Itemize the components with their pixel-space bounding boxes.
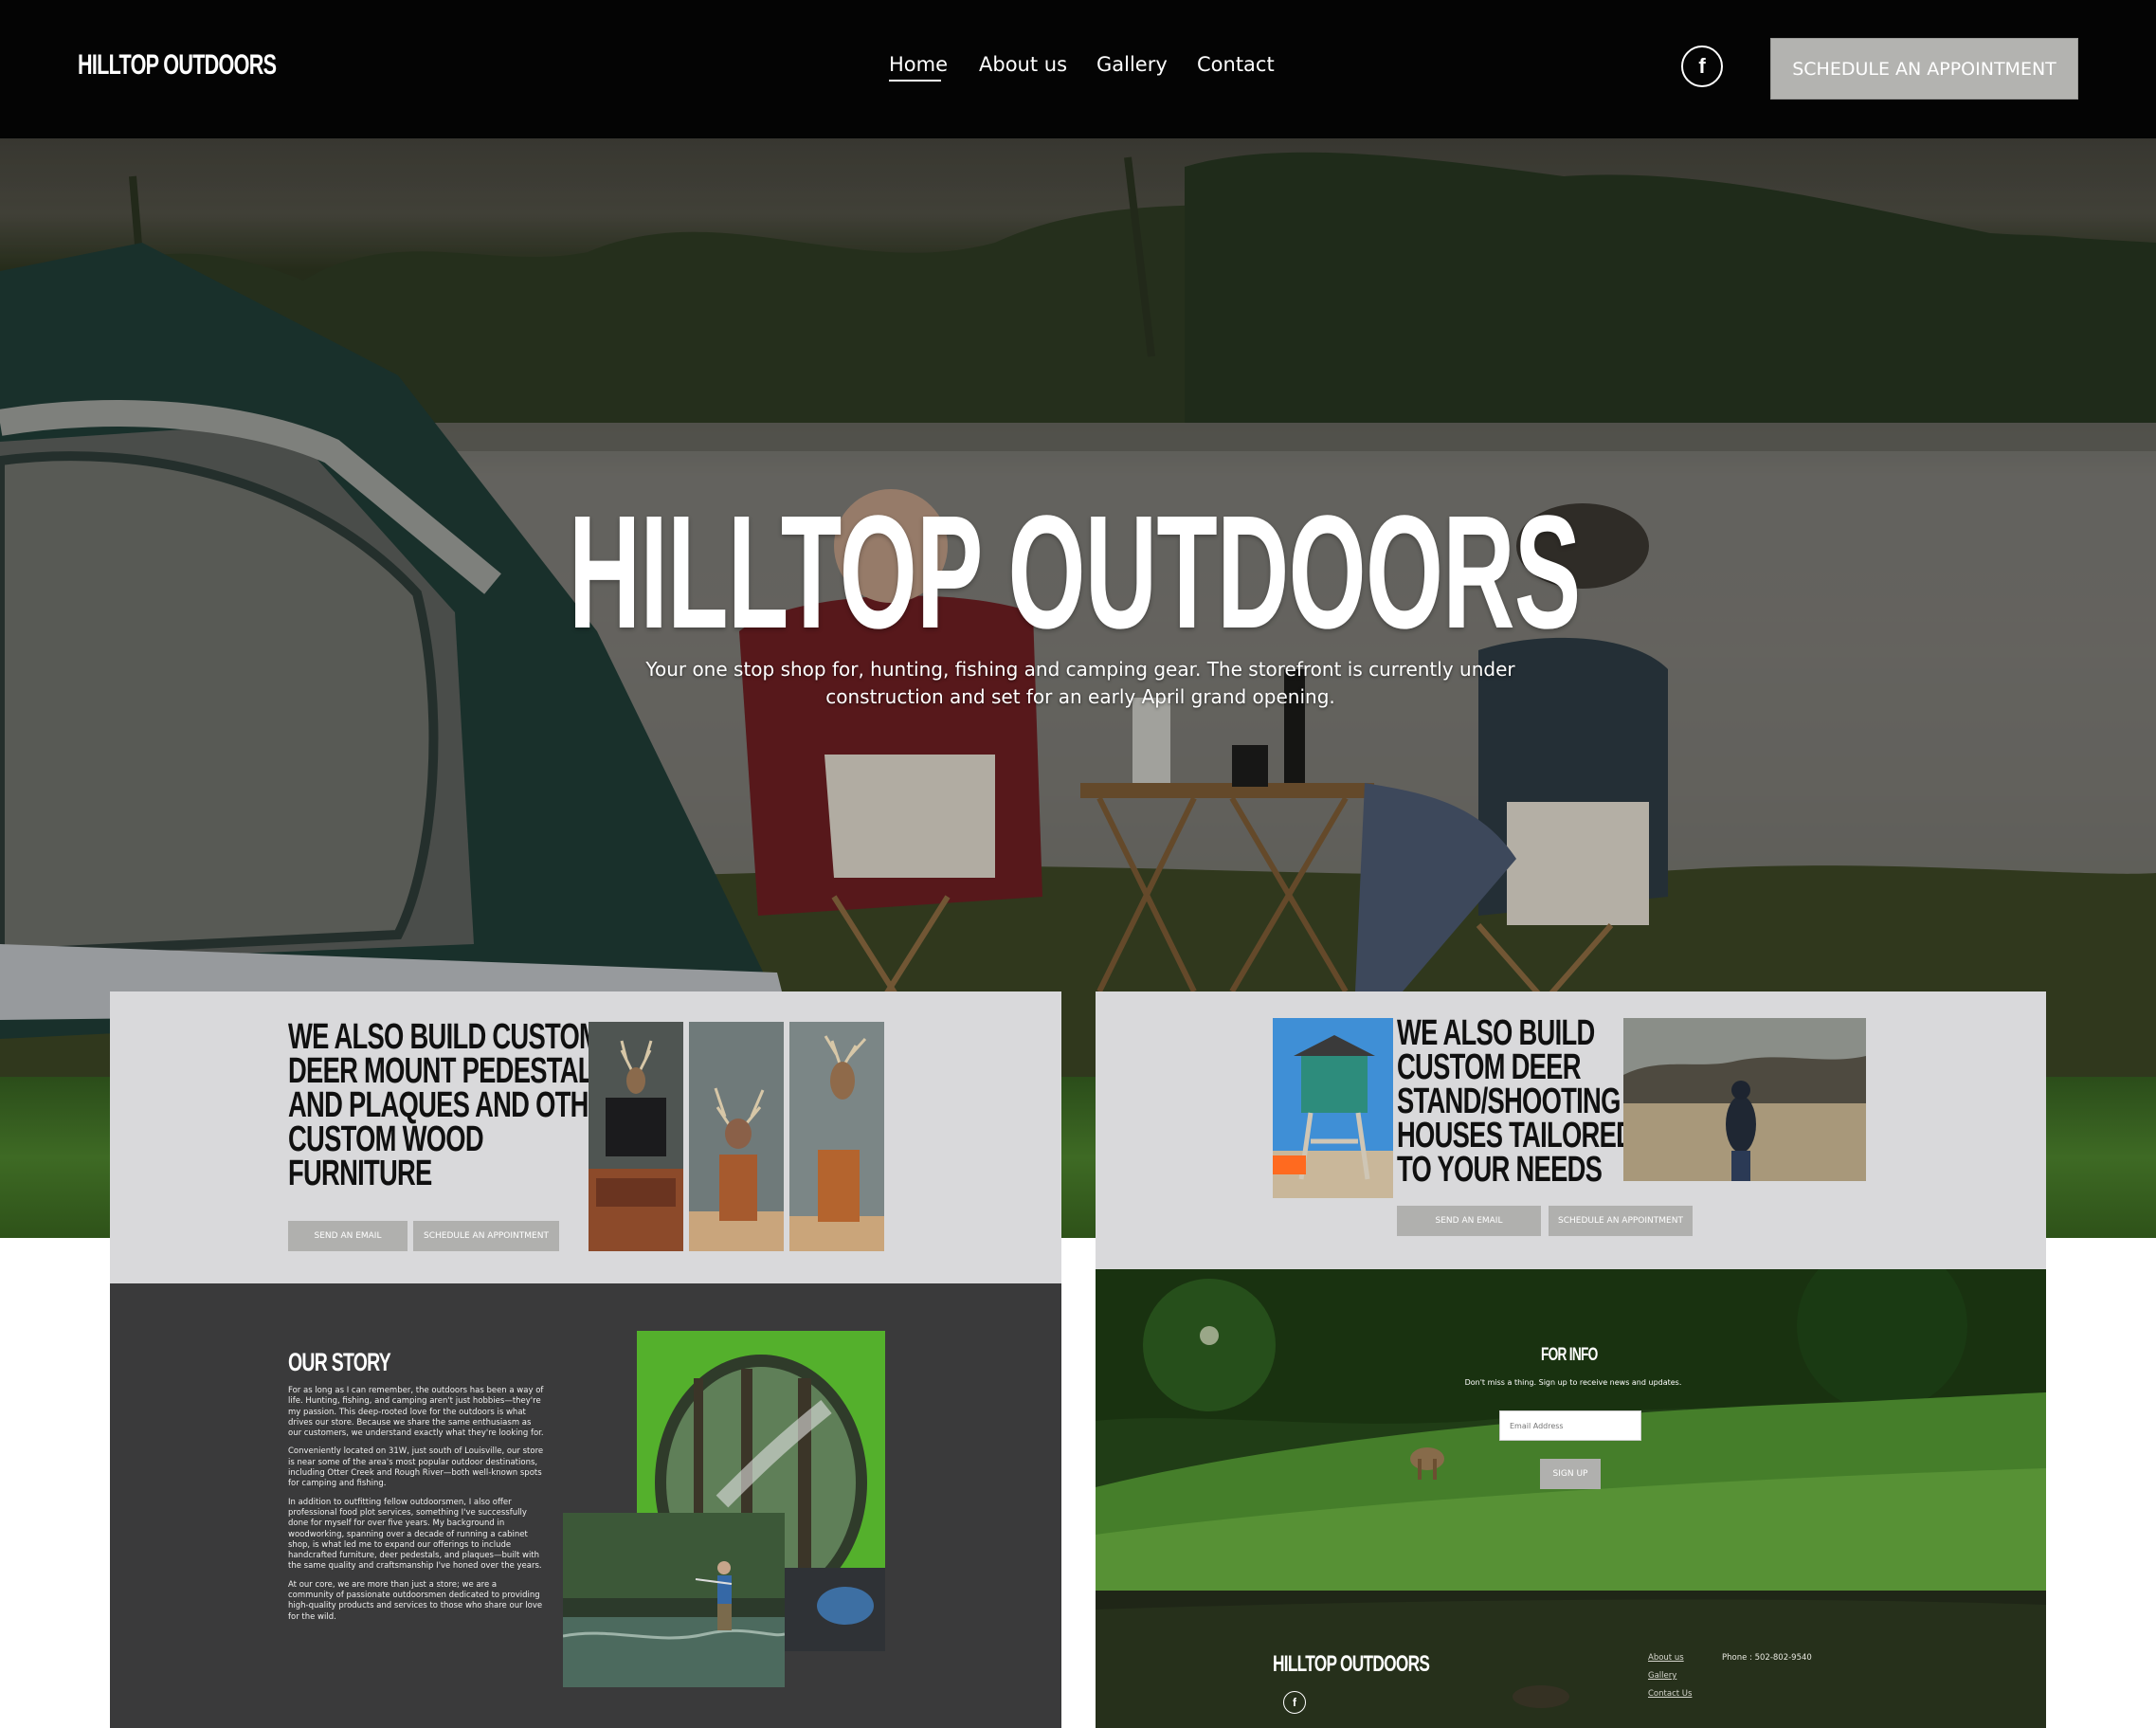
footer-phone: Phone : 502-802-9540 xyxy=(1722,1653,1812,1663)
footer-link-contact[interactable]: Contact Us xyxy=(1648,1689,1692,1699)
deer-stand-section: WE ALSO BUILD CUSTOM DEER STAND/SHOOTING… xyxy=(1096,991,2046,1269)
deer-plaque-photo xyxy=(789,1022,884,1251)
footer-link-about[interactable]: About us xyxy=(1648,1653,1684,1663)
our-story-text: For as long as I can remember, the outdo… xyxy=(288,1386,544,1622)
hero-subtitle: Your one stop shop for, hunting, fishing… xyxy=(645,658,1515,708)
shooting-house-photo xyxy=(1273,1018,1393,1198)
footer: HILLTOP OUTDOORS f About us Gallery Cont… xyxy=(1096,1591,2046,1728)
our-story-title: OUR STORY xyxy=(288,1348,391,1376)
active-nav-underline xyxy=(889,80,941,82)
nav-link-gallery[interactable]: Gallery xyxy=(1096,53,1168,76)
footer-link-gallery[interactable]: Gallery xyxy=(1648,1671,1676,1681)
facebook-icon[interactable]: f xyxy=(1283,1691,1306,1714)
sign-up-button[interactable]: SIGN UP xyxy=(1540,1459,1601,1489)
newsletter-title: FOR INFO xyxy=(1541,1345,1598,1365)
newsletter-section: FOR INFO Don't miss a thing. Sign up to … xyxy=(1096,1269,2046,1591)
send-email-button[interactable]: SEND AN EMAIL xyxy=(1397,1206,1541,1236)
nav-link-home[interactable]: Home xyxy=(889,53,948,76)
facebook-icon[interactable]: f xyxy=(1681,45,1723,87)
hero-title: HILLTOP OUTDOORS xyxy=(569,482,1581,663)
site-logo[interactable]: HILLTOP OUTDOORS xyxy=(78,49,277,82)
send-email-button[interactable]: SEND AN EMAIL xyxy=(288,1221,408,1251)
top-navbar: HILLTOP OUTDOORS Home About us Gallery C… xyxy=(0,0,2156,138)
footer-logo[interactable]: HILLTOP OUTDOORS xyxy=(1273,1651,1430,1678)
deer-mount-tv-photo xyxy=(589,1022,683,1251)
schedule-appointment-button[interactable]: SCHEDULE AN APPOINTMENT xyxy=(1549,1206,1693,1236)
deer-pedestal-photo xyxy=(689,1022,784,1251)
our-story-section: OUR STORY For as long as I can remember,… xyxy=(110,1283,1061,1728)
schedule-appointment-button[interactable]: SCHEDULE AN APPOINTMENT xyxy=(1770,38,2078,100)
nav-link-contact[interactable]: Contact xyxy=(1197,53,1275,76)
footer-background-image xyxy=(1096,1591,2046,1728)
nav-link-about[interactable]: About us xyxy=(979,53,1067,76)
furniture-section: WE ALSO BUILD CUSTOM DEER MOUNT PEDESTAL… xyxy=(110,991,1061,1283)
email-input[interactable] xyxy=(1499,1410,1641,1441)
fly-fishing-photo xyxy=(563,1513,785,1687)
newsletter-subtitle: Don't miss a thing. Sign up to receive n… xyxy=(1464,1378,1682,1387)
furniture-heading: WE ALSO BUILD CUSTOM DEER MOUNT PEDESTAL… xyxy=(288,1017,624,1193)
hunter-field-photo xyxy=(1623,1018,1866,1181)
schedule-appointment-button[interactable]: SCHEDULE AN APPOINTMENT xyxy=(413,1221,559,1251)
hero-section: HILLTOP OUTDOORS Your one stop shop for,… xyxy=(0,138,2156,1077)
